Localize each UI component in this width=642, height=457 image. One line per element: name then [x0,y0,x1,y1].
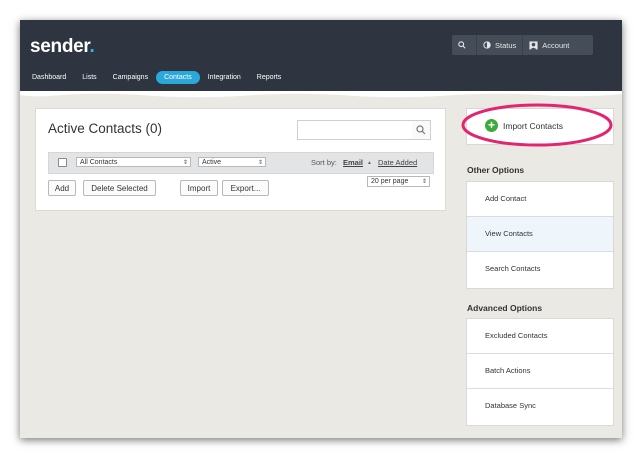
advanced-options-list: Excluded Contacts Batch Actions Database… [466,318,614,426]
add-button[interactable]: Add [48,180,76,196]
per-page-select[interactable]: 20 per page ⇕ [367,176,430,187]
import-contacts-label: Import Contacts [503,121,563,131]
contacts-panel: Active Contacts (0) All Contacts ⇕ Activ… [35,108,446,211]
search-contacts-link[interactable]: Search Contacts [467,251,613,286]
select-arrows-icon: ⇕ [182,160,188,166]
nav-dashboard[interactable]: Dashboard [24,71,74,84]
other-options-title: Other Options [467,165,525,175]
sort-ascending-icon: ▲ [367,160,372,166]
avatar-icon [529,40,538,50]
other-options-list: Add Contact View Contacts Search Contact… [466,181,614,289]
sort-date-added-link[interactable]: Date Added [378,158,417,167]
status-select-value: Active [202,159,222,166]
sort-label: Sort by: [311,158,337,167]
account-button[interactable]: Account [522,35,575,55]
header-edge [20,91,622,98]
list-select-value: All Contacts [80,159,118,166]
list-select[interactable]: All Contacts ⇕ [76,157,191,167]
account-label: Account [542,40,570,50]
nav-integration[interactable]: Integration [200,71,249,84]
search-button[interactable] [452,35,476,55]
import-button[interactable]: Import [180,180,218,196]
export-button[interactable]: Export... [222,180,269,196]
select-arrows-icon: ⇕ [257,160,263,166]
select-all-checkbox[interactable] [58,158,67,167]
import-contacts-button[interactable]: + Import Contacts [466,108,614,145]
per-page-value: 20 per page [371,178,409,185]
status-icon [483,41,491,49]
status-button[interactable]: Status [476,35,522,55]
search-submit-button[interactable] [412,120,431,140]
delete-selected-button[interactable]: Delete Selected [83,180,156,196]
database-sync-link[interactable]: Database Sync [467,388,613,423]
nav-contacts[interactable]: Contacts [156,71,200,84]
page-title: Active Contacts (0) [48,121,163,136]
nav-campaigns[interactable]: Campaigns [105,71,156,84]
plus-icon: + [485,119,498,132]
search-input[interactable] [297,120,413,140]
main-nav: Dashboard Lists Campaigns Contacts Integ… [24,71,289,84]
logo[interactable]: sender. [30,36,95,58]
nav-lists[interactable]: Lists [74,71,104,84]
header: sender. Status Account Dashboard Lists C… [20,20,622,92]
logo-dot: . [89,36,95,57]
view-contacts-link[interactable]: View Contacts [467,216,613,251]
search-icon [416,125,426,135]
top-toolbar: Status Account [452,35,593,55]
excluded-contacts-link[interactable]: Excluded Contacts [467,319,613,353]
filter-bar: All Contacts ⇕ Active ⇕ Sort by: Email ▲… [48,152,434,174]
advanced-options-title: Advanced Options [467,303,543,313]
status-label: Status [495,40,517,50]
search-icon [458,41,466,49]
nav-reports[interactable]: Reports [249,71,290,84]
batch-actions-link[interactable]: Batch Actions [467,353,613,388]
add-contact-link[interactable]: Add Contact [467,182,613,216]
logo-text: sender [30,36,90,57]
sort-email-link[interactable]: Email [343,158,363,167]
status-select[interactable]: Active ⇕ [198,157,266,167]
select-arrows-icon: ⇕ [421,179,427,185]
app-window: sender. Status Account Dashboard Lists C… [20,20,622,438]
